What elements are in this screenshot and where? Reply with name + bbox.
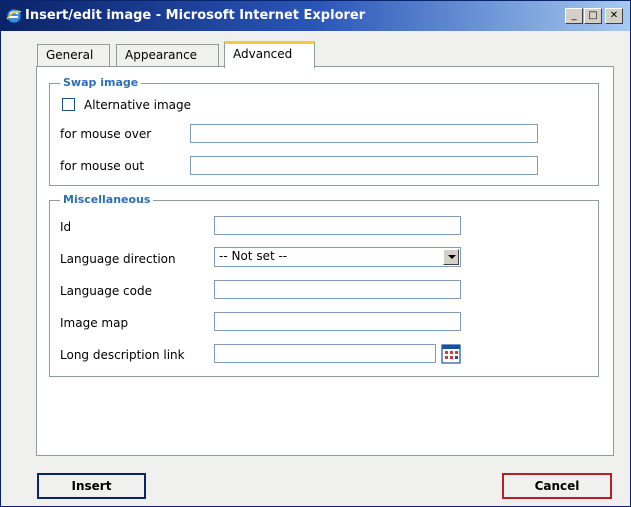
- dialog-window: Insert/edit image - Microsoft Internet E…: [0, 0, 631, 507]
- ie-icon: [6, 8, 22, 24]
- browse-icon[interactable]: [441, 344, 461, 364]
- advanced-panel: Swap image Alternative image for mouse o…: [36, 66, 614, 456]
- mouse-out-label: for mouse out: [60, 159, 145, 173]
- cancel-button[interactable]: Cancel: [502, 473, 612, 499]
- mouse-out-input[interactable]: [190, 156, 538, 175]
- long-description-label: Long description link: [60, 348, 185, 362]
- title-bar[interactable]: Insert/edit image - Microsoft Internet E…: [1, 1, 630, 31]
- maximize-button[interactable]: □: [584, 8, 602, 24]
- chevron-down-icon[interactable]: [443, 249, 459, 265]
- window-title: Insert/edit image - Microsoft Internet E…: [25, 8, 366, 23]
- language-direction-select[interactable]: -- Not set --: [214, 247, 461, 267]
- id-input[interactable]: [214, 216, 461, 235]
- language-direction-label: Language direction: [60, 252, 176, 266]
- insert-button[interactable]: Insert: [37, 473, 146, 499]
- swap-image-fieldset: Swap image Alternative image for mouse o…: [49, 76, 599, 186]
- minimize-button[interactable]: _: [565, 8, 583, 24]
- alternative-image-checkbox[interactable]: [62, 98, 75, 111]
- alternative-image-label: Alternative image: [84, 98, 192, 112]
- swap-image-legend: Swap image: [60, 76, 142, 90]
- tab-advanced[interactable]: Advanced: [224, 41, 315, 68]
- tab-appearance[interactable]: Appearance: [116, 44, 219, 68]
- close-icon: ✕: [609, 10, 619, 21]
- language-code-label: Language code: [60, 284, 152, 298]
- maximize-icon: □: [588, 10, 598, 21]
- miscellaneous-fieldset: Miscellaneous Id Language direction -- N…: [49, 193, 599, 377]
- mouse-over-input[interactable]: [190, 124, 538, 143]
- tab-general[interactable]: General: [37, 44, 110, 68]
- language-direction-value: -- Not set --: [219, 249, 288, 263]
- long-description-input[interactable]: [214, 344, 436, 363]
- mouse-over-label: for mouse over: [60, 127, 152, 141]
- language-code-input[interactable]: [214, 280, 461, 299]
- minimize-icon: _: [571, 10, 577, 21]
- image-map-label: Image map: [60, 316, 129, 330]
- id-label: Id: [60, 220, 72, 234]
- miscellaneous-legend: Miscellaneous: [60, 193, 154, 207]
- close-button[interactable]: ✕: [605, 8, 623, 24]
- image-map-input[interactable]: [214, 312, 461, 331]
